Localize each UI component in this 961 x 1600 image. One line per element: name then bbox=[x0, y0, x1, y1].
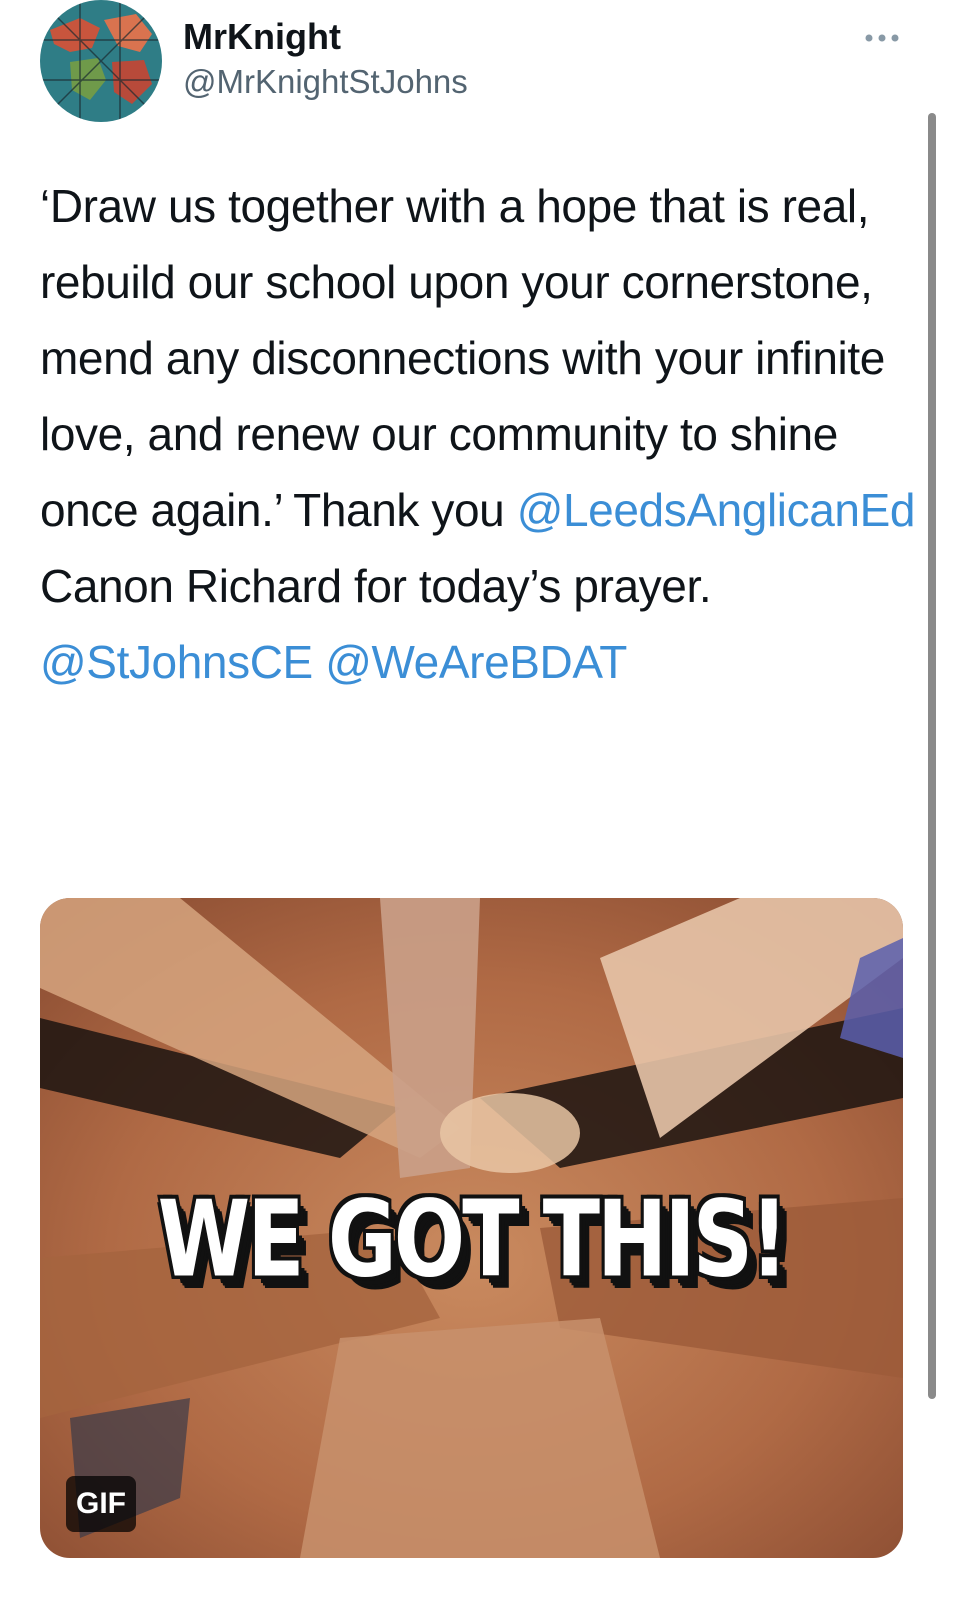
more-options-icon[interactable] bbox=[863, 31, 901, 45]
display-name[interactable]: MrKnight bbox=[183, 16, 341, 58]
world-map-avatar-image bbox=[40, 0, 162, 122]
gif-badge: GIF bbox=[66, 1476, 136, 1532]
scrollbar[interactable] bbox=[928, 113, 936, 1399]
tweet-text-segment: Canon Richard for today’s prayer. bbox=[40, 560, 712, 612]
gif-caption: WE GOT THIS! bbox=[157, 1177, 789, 1301]
tweet-text-segment bbox=[313, 636, 325, 688]
mention-wearebdat[interactable]: @WeAreBDAT bbox=[325, 636, 627, 688]
avatar[interactable] bbox=[40, 0, 162, 122]
tweet-text: ‘Draw us together with a hope that is re… bbox=[40, 168, 920, 700]
user-handle[interactable]: @MrKnightStJohns bbox=[183, 62, 468, 102]
tweet-text-segment: ‘Draw us together with a hope that is re… bbox=[40, 180, 885, 536]
mention-leedsanglicaned[interactable]: @LeedsAnglicanEd bbox=[517, 484, 916, 536]
gif-media[interactable]: WE GOT THIS! GIF bbox=[40, 898, 903, 1558]
mention-stjohnsce[interactable]: @StJohnsCE bbox=[40, 636, 313, 688]
